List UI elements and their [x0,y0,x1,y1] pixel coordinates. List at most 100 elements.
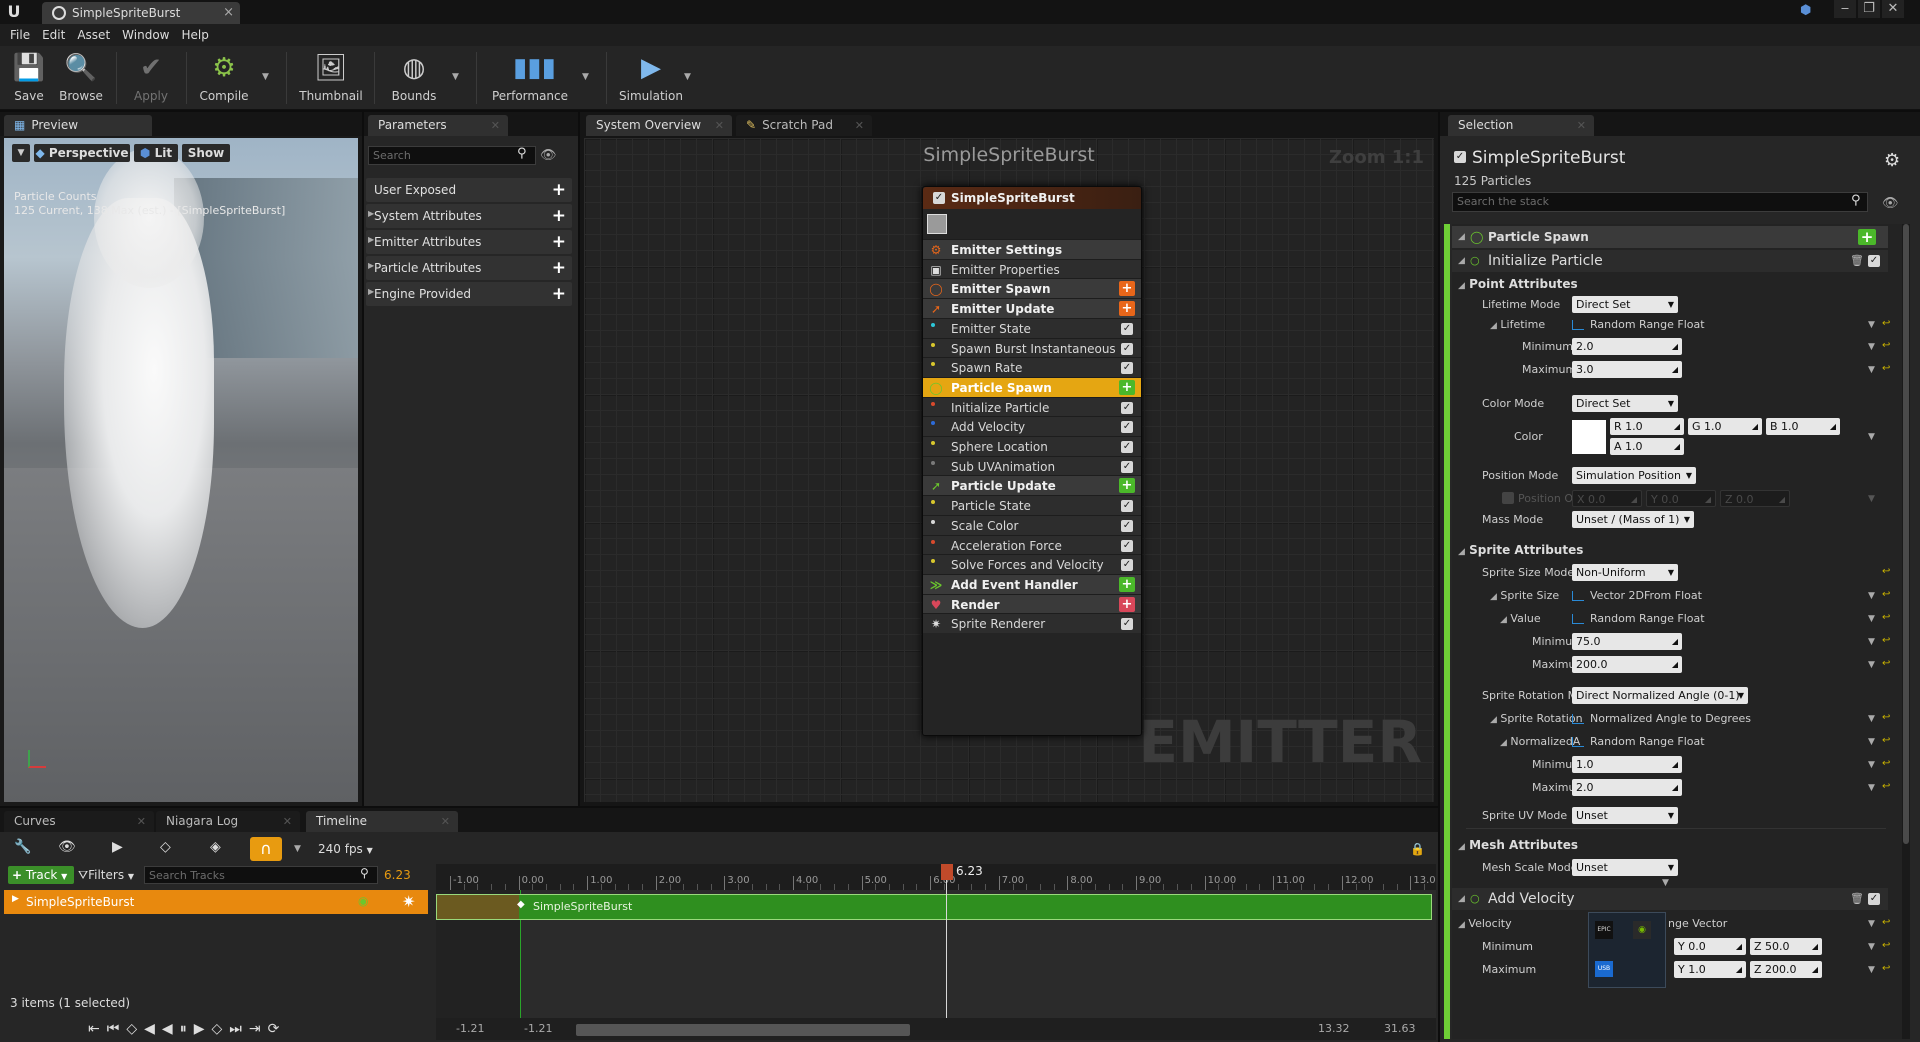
node-row-particle-state[interactable]: Particle State ✓ [923,495,1141,516]
stack-scrollbar[interactable] [1902,224,1910,1039]
module-enabled-checkbox[interactable]: ✓ [1121,421,1133,434]
velocity-max-y-input[interactable]: Y 1.0 ◢ [1674,961,1746,978]
view-eye-icon[interactable]: 👁 [58,839,76,855]
close-tab-icon[interactable]: ✕ [137,811,146,832]
add-parameter-icon[interactable]: + [552,232,566,252]
view-range-start[interactable]: -1.21 [456,1022,484,1036]
browse-button[interactable]: 🔍 Browse [58,50,104,106]
node-row-emitter-spawn[interactable]: ◯ Emitter Spawn + [923,278,1141,299]
simulation-dropdown-icon[interactable]: ▼ [684,72,691,82]
node-row-sphere-location[interactable]: Sphere Location ✓ [923,436,1141,456]
current-time-display[interactable]: 6.23 [384,868,411,882]
bounds-button[interactable]: ◍ Bounds [386,50,442,106]
stack-scrollbar-thumb[interactable] [1903,224,1909,844]
thumbnail-button[interactable]: 🖼 Thumbnail [298,50,364,106]
module-enabled-checkbox[interactable]: ✓ [1121,342,1133,355]
mesh-scale-mode-dropdown[interactable]: Unset ▼ [1572,859,1678,876]
next-frame-icon[interactable]: ⏭ [229,1021,249,1037]
node-row-sprite-renderer[interactable]: ✷ Sprite Renderer ✓ [923,613,1141,634]
close-tab-icon[interactable]: ✕ [491,115,500,136]
expand-track-icon[interactable]: ▶ [12,894,19,904]
lit-button[interactable]: ⬢ Lit [134,144,178,162]
add-module-button[interactable]: + [1119,301,1135,317]
module-enabled-checkbox[interactable]: ✓ [1121,539,1133,552]
dropdown-arrow-icon[interactable]: ▼ [1868,737,1875,747]
tab-scratch-pad[interactable]: ✎ Scratch Pad ✕ [736,115,872,136]
view-range-end[interactable]: 13.32 [1318,1022,1350,1036]
usb-icon[interactable]: USB [1595,961,1613,977]
menu-window[interactable]: Window [116,24,175,46]
sprite-size-mode-dropdown[interactable]: Non-Uniform ▼ [1572,564,1678,581]
velocity-max-z-input[interactable]: Z 200.0 ◢ [1750,961,1822,978]
compile-button[interactable]: ⚙ Compile [196,50,252,106]
tab-timeline[interactable]: Timeline ✕ [306,811,458,832]
position-offset-checkbox[interactable] [1502,492,1514,504]
key-options-icon[interactable]: ◇ [160,839,171,855]
add-module-button[interactable]: + [1119,379,1135,395]
menu-help[interactable]: Help [175,24,214,46]
playhead-line[interactable] [946,876,947,1020]
sprite-attributes-header[interactable]: ◢ Sprite Attributes [1458,543,1583,559]
visibility-eye-icon[interactable]: 👁 [1882,196,1899,211]
reset-icon[interactable]: ↩ [1882,963,1890,974]
epic-launcher-icon[interactable]: EPIC [1595,921,1613,939]
parameter-group-system-attributes[interactable]: ▶ System Attributes + [366,204,572,228]
sprite-uv-mode-dropdown[interactable]: Unset ▼ [1572,807,1678,824]
reverse-icon[interactable]: ◀ [162,1021,180,1037]
step-forward-icon[interactable]: ▶ [194,1021,212,1037]
position-x-input[interactable]: X 0.0 ◢ [1572,490,1642,507]
dropdown-arrow-icon[interactable]: ▼ [1868,714,1875,724]
color-swatch[interactable] [1572,420,1606,454]
key-filter-icon[interactable]: ◈ [210,839,221,855]
module-enabled-checkbox[interactable]: ✓ [1121,460,1133,473]
mesh-attributes-header[interactable]: ◢ Mesh Attributes [1458,838,1578,854]
reset-icon[interactable]: ↩ [1882,712,1890,723]
module-enabled-checkbox[interactable]: ✓ [1868,255,1880,267]
color-g-input[interactable]: G 1.0 ◢ [1688,418,1762,435]
add-parameter-icon[interactable]: + [552,180,566,200]
add-module-button[interactable]: + [1119,596,1135,612]
node-row-emitter-settings[interactable]: ⚙ Emitter Settings [923,239,1141,259]
dropdown-arrow-icon[interactable]: ▼ [1868,320,1875,330]
node-row-render[interactable]: ♥ Render + [923,593,1141,614]
reset-icon[interactable]: ↩ [1882,363,1890,374]
module-enabled-checkbox[interactable]: ✓ [1121,500,1133,513]
menu-edit[interactable]: Edit [36,24,71,46]
parameters-search-input[interactable]: Search [368,146,536,165]
lifetime-max-input[interactable]: 3.0 ◢ [1572,361,1682,378]
apply-button[interactable]: ✔ Apply [128,50,174,106]
add-parameter-icon[interactable]: + [552,206,566,226]
node-row-particle-update[interactable]: ➚ Particle Update + [923,475,1141,496]
snap-dropdown-icon[interactable]: ▼ [294,844,301,854]
collapse-icon[interactable]: ◢ [1458,226,1465,248]
viewport-options-dropdown[interactable]: ▼ [12,144,30,162]
dropdown-arrow-icon[interactable]: ▼ [1868,614,1875,624]
reset-icon[interactable]: ↩ [1882,340,1890,351]
snap-magnet-button[interactable]: ∩ [250,837,282,861]
show-button[interactable]: Show [182,144,230,162]
rotation-min-input[interactable]: 1.0 ◢ [1572,756,1682,773]
save-button[interactable]: 💾 Save [8,50,50,106]
close-tab-icon[interactable]: × [223,2,234,24]
document-tab[interactable]: SimpleSpriteBurst × [42,2,240,24]
menu-asset[interactable]: Asset [71,24,116,46]
notification-icon[interactable]: ⬢ [1800,3,1811,18]
parameter-group-emitter-attributes[interactable]: ▶ Emitter Attributes + [366,230,572,254]
performance-button[interactable]: ▮▮▮ Performance [488,50,572,106]
node-row-emitter-properties[interactable]: ▣ Emitter Properties [923,258,1141,279]
collapse-icon[interactable]: ◢ [1458,888,1465,910]
lock-icon[interactable]: 🔒 [1410,842,1425,856]
working-range-end[interactable]: 31.63 [1384,1022,1416,1036]
track-row-selected[interactable]: ▶ SimpleSpriteBurst ◉ ✷ [4,890,428,914]
dropdown-arrow-icon[interactable]: ▼ [1868,342,1875,352]
timeline-scrollbar-thumb[interactable] [576,1024,910,1036]
track-search-input[interactable]: Search Tracks [144,866,378,884]
velocity-min-z-input[interactable]: Z 50.0 ◢ [1750,938,1822,955]
reset-icon[interactable]: ↩ [1882,589,1890,600]
play-options-icon[interactable]: ▶ [112,839,123,855]
color-mode-dropdown[interactable]: Direct Set ▼ [1572,395,1678,412]
dropdown-arrow-icon[interactable]: ▼ [1868,919,1875,929]
tab-curves[interactable]: Curves ✕ [4,811,154,832]
bounds-dropdown-icon[interactable]: ▼ [452,72,459,82]
wrench-icon[interactable]: 🔧 [14,839,31,855]
